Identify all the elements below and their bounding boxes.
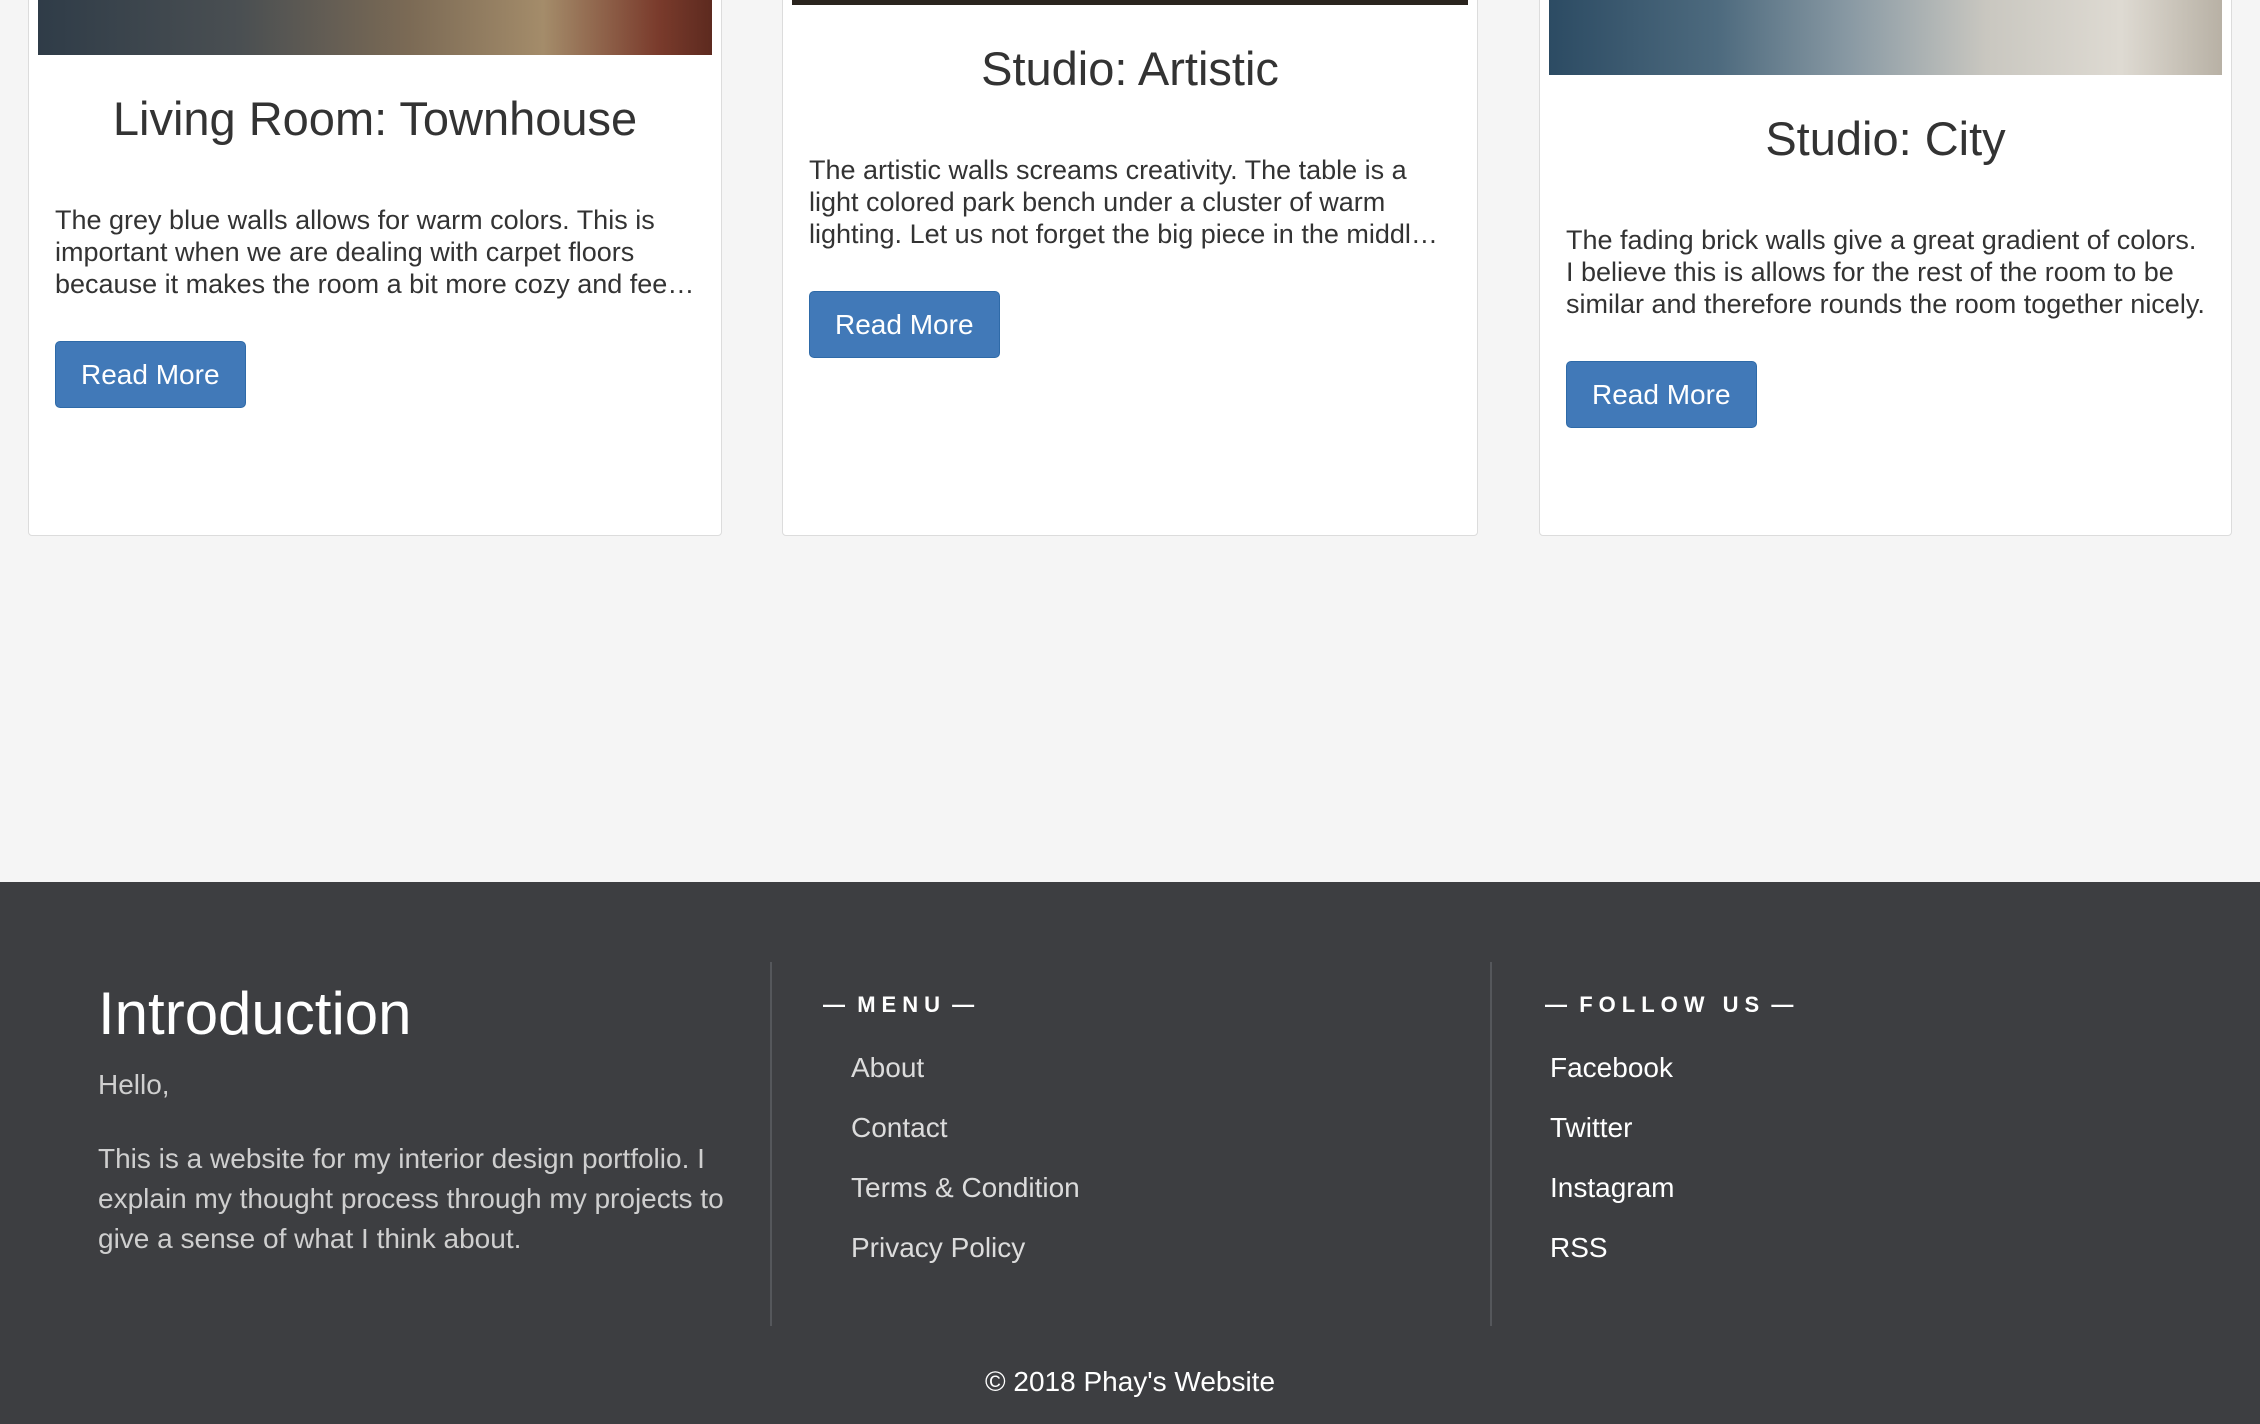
social-link-twitter[interactable]: Twitter: [1550, 1098, 2145, 1158]
intro-greeting: Hello,: [98, 1069, 170, 1100]
footer-link-privacy[interactable]: Privacy Policy: [851, 1218, 1423, 1278]
social-links: Facebook Twitter Instagram RSS: [1550, 1038, 2145, 1278]
copyright-text: © 2018 Phay's Website: [984, 1366, 1276, 1397]
footer-link-contact[interactable]: Contact: [851, 1098, 1423, 1158]
card-title: Studio: Artistic: [981, 42, 1279, 95]
read-more-button[interactable]: Read More: [55, 341, 246, 408]
intro-description: This is a website for my interior design…: [98, 1143, 724, 1254]
social-link-rss[interactable]: RSS: [1550, 1218, 2145, 1278]
intro-title: Introduction: [98, 980, 412, 1047]
card-excerpt: The grey blue walls allows for warm colo…: [55, 205, 687, 299]
footer-divider: [1490, 962, 1492, 1326]
site-footer: Introduction Hello, This is a website fo…: [0, 882, 2260, 1424]
project-card-studio-artistic: Studio: Artistic The artistic walls scre…: [782, 0, 1478, 536]
menu-links: About Contact Terms & Condition Privacy …: [851, 1038, 1423, 1278]
card-title: Living Room: Townhouse: [112, 92, 638, 145]
read-more-button[interactable]: Read More: [1566, 361, 1757, 428]
footer-link-about[interactable]: About: [851, 1038, 1423, 1098]
project-image[interactable]: [792, 0, 1468, 5]
project-image[interactable]: [38, 0, 712, 55]
footer-menu: — MENU — About Contact Terms & Condition…: [823, 962, 1423, 1326]
card-excerpt: The artistic walls screams creativity. T…: [809, 155, 1426, 249]
footer-follow: — FOLLOW US — Facebook Twitter Instagram…: [1545, 962, 2145, 1326]
project-card-living-room-townhouse: Living Room: Townhouse The grey blue wal…: [28, 0, 722, 536]
read-more-button[interactable]: Read More: [809, 291, 1000, 358]
card-title: Studio: City: [1765, 112, 2006, 165]
footer-introduction: Introduction Hello, This is a website fo…: [98, 962, 738, 1326]
menu-heading: — MENU —: [823, 992, 975, 1017]
card-excerpt: The fading brick walls give a great grad…: [1566, 225, 2205, 319]
menu-heading-label: MENU: [857, 992, 947, 1017]
project-card-studio-city: Studio: City The fading brick walls give…: [1539, 0, 2232, 536]
project-image[interactable]: [1549, 0, 2222, 75]
follow-heading: — FOLLOW US —: [1545, 992, 1794, 1017]
follow-heading-label: FOLLOW US: [1579, 992, 1766, 1017]
social-link-instagram[interactable]: Instagram: [1550, 1158, 2145, 1218]
project-cards: Living Room: Townhouse The grey blue wal…: [0, 0, 2260, 882]
social-link-facebook[interactable]: Facebook: [1550, 1038, 2145, 1098]
footer-link-terms[interactable]: Terms & Condition: [851, 1158, 1423, 1218]
footer-divider: [770, 962, 772, 1326]
